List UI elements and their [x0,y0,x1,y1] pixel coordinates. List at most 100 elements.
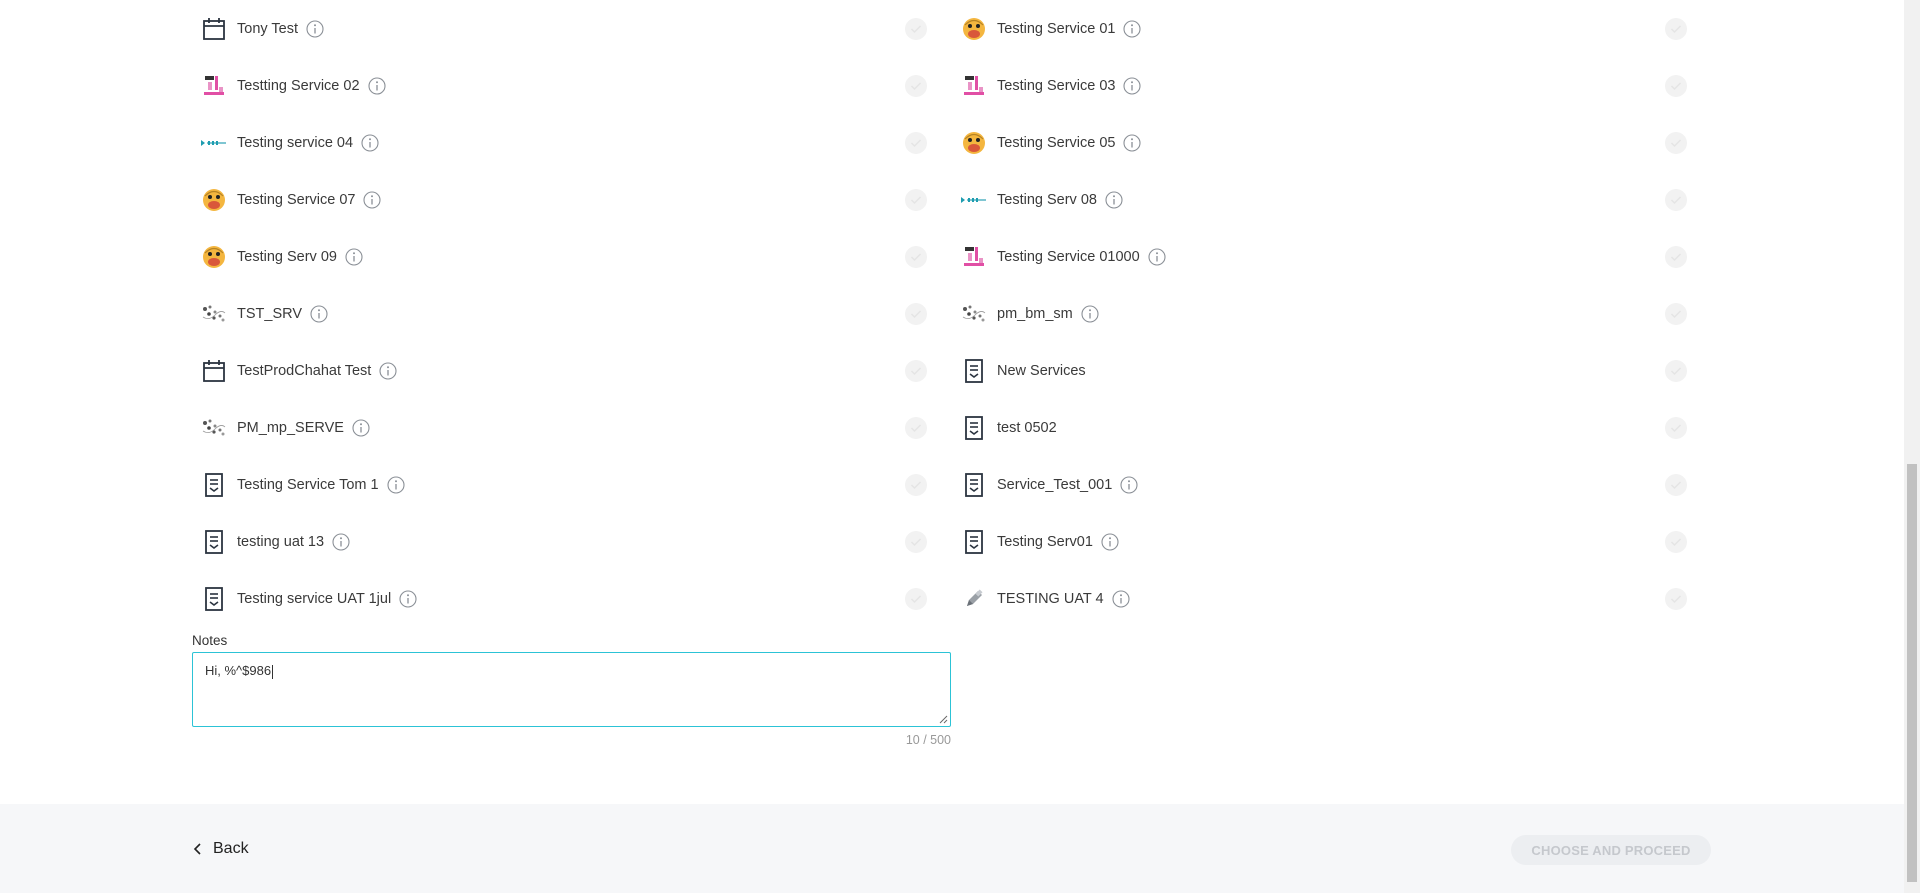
info-icon[interactable] [399,589,417,608]
select-check-icon[interactable] [1665,188,1687,211]
service-name: TST_SRV [237,305,303,322]
notes-char-count: 10 / 500 [905,733,951,747]
resize-handle-icon[interactable] [939,715,948,724]
duck-avatar-icon [960,129,988,157]
info-icon[interactable] [367,76,386,95]
service-option[interactable]: Testing Serv 09 [192,228,937,285]
services-column-left: Tony Test Testting Service 02 Testing serv… [192,0,937,627]
service-option[interactable]: Testing Service 05 [952,114,1697,171]
service-option[interactable]: Testing Service 01 [952,0,1697,57]
info-icon[interactable] [345,247,363,266]
service-option[interactable]: Testing Serv01 [952,513,1697,570]
select-check-icon[interactable] [905,587,927,610]
service-option[interactable]: Tony Test [192,0,937,57]
select-check-icon[interactable] [905,131,927,154]
service-option[interactable]: Testing service 04 [192,114,937,171]
calendar-icon [200,357,228,385]
info-icon[interactable] [1120,475,1138,494]
select-check-icon[interactable] [1665,245,1687,268]
service-option[interactable]: Testing Serv 08 [952,171,1697,228]
pink-equipment-icon [960,243,988,271]
select-check-icon[interactable] [905,302,927,325]
service-name: Tony Test [237,20,298,37]
back-button[interactable]: Back [193,840,249,858]
service-option[interactable]: TestProdChahat Test [192,342,937,399]
pink-equipment-icon [200,72,228,100]
document-icon [960,357,988,385]
select-check-icon[interactable] [905,359,927,382]
duck-avatar-icon [200,243,228,271]
dots-graphic-icon [200,414,228,442]
select-check-icon[interactable] [1665,302,1687,325]
notes-textarea[interactable]: Hi, %^$986 [192,652,951,727]
service-option[interactable]: Testing Service Tom 1 [192,456,937,513]
select-check-icon[interactable] [1665,131,1687,154]
service-option[interactable]: Testing service UAT 1jul [192,570,937,627]
services-column-right: Testing Service 01 Testing Service 03 Test… [952,0,1697,627]
select-check-icon[interactable] [1665,416,1687,439]
service-option[interactable]: TST_SRV [192,285,937,342]
choose-and-proceed-button[interactable]: CHOOSE AND PROCEED [1511,835,1711,865]
document-icon [960,414,988,442]
info-icon[interactable] [1112,589,1130,608]
notes-textarea-value: Hi, %^$986 [205,663,274,679]
select-check-icon[interactable] [1665,530,1687,553]
select-check-icon[interactable] [905,245,927,268]
service-name: Testing service UAT 1jul [237,590,392,607]
info-icon[interactable] [310,304,328,323]
service-selection-page: Tony Test Testting Service 02 Testing serv… [0,0,1920,893]
pink-equipment-icon [960,72,988,100]
service-name: TestProdChahat Test [237,362,372,379]
service-option[interactable]: Testing Service 03 [952,57,1697,114]
vertical-scrollbar[interactable] [1904,0,1920,893]
select-check-icon[interactable] [1665,473,1687,496]
service-name: Testing Service 05 [997,134,1116,151]
select-check-icon[interactable] [905,473,927,496]
service-option[interactable]: Testing Service 01000 [952,228,1697,285]
back-button-label: Back [213,840,249,857]
service-name: Testing Service 07 [237,191,356,208]
select-check-icon[interactable] [1665,17,1687,40]
service-option[interactable]: test 0502 [952,399,1697,456]
select-check-icon[interactable] [905,188,927,211]
info-icon[interactable] [387,475,405,494]
info-icon[interactable] [352,418,370,437]
service-name: TESTING UAT 4 [997,590,1104,607]
notes-label: Notes [192,633,228,648]
select-check-icon[interactable] [1665,587,1687,610]
service-option[interactable]: New Services [952,342,1697,399]
pencil-icon [960,585,988,613]
info-icon[interactable] [306,19,324,38]
service-option[interactable]: Service_Test_001 [952,456,1697,513]
info-icon[interactable] [1081,304,1099,323]
scrollbar-thumb[interactable] [1907,464,1917,882]
info-icon[interactable] [1101,532,1119,551]
select-check-icon[interactable] [905,17,927,40]
info-icon[interactable] [1123,76,1142,95]
info-icon[interactable] [332,532,350,551]
info-icon[interactable] [1105,190,1123,209]
service-name: Testing Serv 09 [237,248,337,265]
select-check-icon[interactable] [1665,359,1687,382]
select-check-icon[interactable] [905,416,927,439]
service-option[interactable]: TESTING UAT 4 [952,570,1697,627]
select-check-icon[interactable] [905,74,927,97]
info-icon[interactable] [379,361,397,380]
info-icon[interactable] [1148,247,1166,266]
info-icon[interactable] [1123,133,1142,152]
service-name: Testing Service 01000 [997,248,1140,265]
service-option[interactable]: testing uat 13 [192,513,937,570]
service-name: pm_bm_sm [997,305,1073,322]
document-icon [200,528,228,556]
service-option[interactable]: Testing Service 07 [192,171,937,228]
info-icon[interactable] [361,133,379,152]
select-check-icon[interactable] [1665,74,1687,97]
info-icon[interactable] [1123,19,1142,38]
info-icon[interactable] [363,190,382,209]
dots-graphic-icon [960,300,988,328]
service-option[interactable]: pm_bm_sm [952,285,1697,342]
service-option[interactable]: Testting Service 02 [192,57,937,114]
service-option[interactable]: PM_mp_SERVE [192,399,937,456]
service-name: Testing Service Tom 1 [237,476,379,493]
select-check-icon[interactable] [905,530,927,553]
